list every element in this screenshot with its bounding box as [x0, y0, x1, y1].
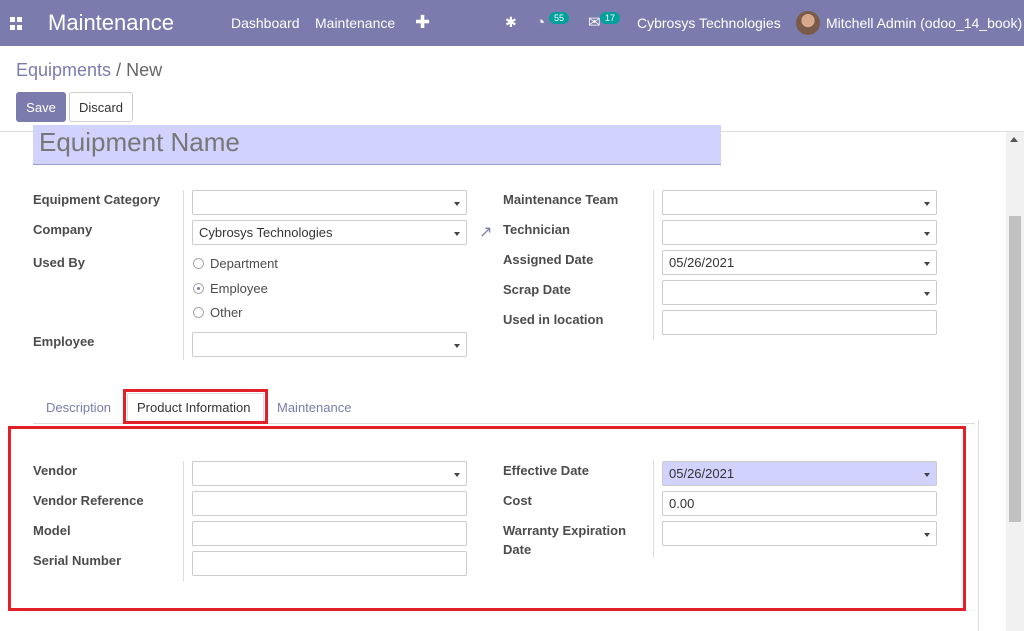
- product-right-separator: [653, 461, 654, 558]
- discard-button[interactable]: Discard: [69, 92, 133, 122]
- scrap-date-input[interactable]: [662, 280, 937, 305]
- employee-label: Employee: [33, 334, 95, 349]
- plus-icon[interactable]: ✚: [415, 12, 430, 33]
- warranty-expiration-label-line1: Warranty Expiration: [503, 523, 627, 538]
- save-button[interactable]: Save: [16, 92, 66, 122]
- serial-number-label: Serial Number: [33, 553, 122, 568]
- breadcrumb-parent-link[interactable]: Equipments: [16, 60, 111, 80]
- radio-label: Other: [210, 305, 243, 320]
- top-navbar: Maintenance Dashboard Maintenance ✚ ✱ ◔ …: [0, 0, 1024, 46]
- assigned-date-input[interactable]: 05/26/2021: [662, 250, 937, 275]
- technician-select[interactable]: [662, 220, 937, 245]
- user-menu[interactable]: Mitchell Admin (odoo_14_book): [826, 15, 1022, 31]
- breadcrumb: Equipments / New: [16, 60, 162, 81]
- user-avatar[interactable]: [796, 11, 820, 35]
- effective-date-input[interactable]: 05/26/2021: [662, 461, 937, 486]
- equipment-category-label: Equipment Category: [33, 192, 161, 207]
- external-link-icon[interactable]: ↗: [479, 222, 492, 242]
- employee-select[interactable]: [192, 332, 467, 357]
- equipment-category-select[interactable]: [192, 190, 467, 215]
- activity-clock-icon[interactable]: ◔: [536, 14, 545, 31]
- used-in-location-label: Used in location: [503, 312, 604, 327]
- right-group-separator: [653, 190, 654, 340]
- assigned-date-label: Assigned Date: [503, 252, 594, 267]
- scrollbar-thumb[interactable]: [1009, 216, 1021, 522]
- company-select[interactable]: Cybrosys Technologies: [192, 220, 467, 245]
- model-label: Model: [33, 523, 71, 538]
- maintenance-team-select[interactable]: [662, 190, 937, 215]
- effective-date-label: Effective Date: [503, 463, 589, 478]
- serial-number-input[interactable]: [192, 551, 467, 576]
- bug-icon[interactable]: ✱: [505, 14, 517, 31]
- activity-count-badge: 55: [549, 12, 570, 24]
- vendor-reference-input[interactable]: [192, 491, 467, 516]
- warranty-expiration-date-input[interactable]: [662, 521, 937, 546]
- scroll-up-arrow-icon[interactable]: [1010, 137, 1018, 142]
- company-switcher[interactable]: Cybrosys Technologies: [637, 15, 781, 31]
- left-group-separator: [183, 190, 184, 360]
- used-by-employee-radio[interactable]: Employee: [193, 281, 268, 296]
- menu-maintenance[interactable]: Maintenance: [315, 15, 395, 31]
- apps-menu-icon[interactable]: [10, 17, 23, 30]
- vendor-label: Vendor: [33, 463, 78, 478]
- scrap-date-label: Scrap Date: [503, 282, 571, 297]
- vendor-reference-label: Vendor Reference: [33, 493, 144, 508]
- tab-maintenance[interactable]: Maintenance: [277, 400, 351, 415]
- technician-label: Technician: [503, 222, 570, 237]
- tab-highlight-box: [123, 389, 268, 424]
- used-in-location-input[interactable]: [662, 310, 937, 335]
- tab-content-highlight-box: [8, 426, 966, 611]
- sheet-border: [978, 420, 979, 631]
- chat-icon[interactable]: ✉: [588, 13, 601, 31]
- used-by-department-radio[interactable]: Department: [193, 256, 278, 271]
- used-by-other-radio[interactable]: Other: [193, 305, 243, 320]
- maintenance-team-label: Maintenance Team: [503, 192, 619, 207]
- company-label: Company: [33, 222, 93, 237]
- radio-label: Department: [210, 256, 278, 271]
- cost-label: Cost: [503, 493, 532, 508]
- tab-description[interactable]: Description: [46, 400, 111, 415]
- breadcrumb-separator: /: [111, 60, 127, 80]
- used-by-label: Used By: [33, 255, 86, 270]
- cost-input[interactable]: 0.00: [662, 491, 937, 516]
- message-count-badge: 17: [600, 12, 621, 24]
- breadcrumb-current: New: [126, 60, 163, 80]
- radio-label: Employee: [210, 281, 268, 296]
- model-input[interactable]: [192, 521, 467, 546]
- equipment-name-input[interactable]: Equipment Name: [33, 125, 721, 165]
- app-title[interactable]: Maintenance: [48, 10, 174, 36]
- product-left-separator: [183, 461, 184, 581]
- vendor-select[interactable]: [192, 461, 467, 486]
- menu-dashboard[interactable]: Dashboard: [231, 15, 300, 31]
- warranty-expiration-label-line2: Date: [503, 542, 532, 557]
